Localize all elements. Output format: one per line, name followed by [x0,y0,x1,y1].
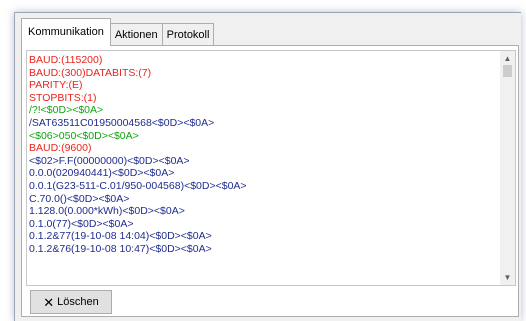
log-line: BAUD:(300)DATABITS:(7) [29,66,152,79]
scroll-down-arrow-icon[interactable]: ▼ [500,270,515,285]
log-line: 0.1.2&76(19-10-08 10:47)<$0D><$0A> [29,242,212,255]
log-line: 0.1.2&77(19-10-08 14:04)<$0D><$0A> [29,230,212,243]
log-line: 1.128.0(0.000*kWh)<$0D><$0A> [29,205,185,218]
tab-protokoll[interactable]: Protokoll [161,23,215,46]
tab-bar: Kommunikation Aktionen Protokoll [21,18,215,46]
log-line: /SAT63511C01950004568<$0D><$0A> [29,116,215,129]
vertical-scrollbar[interactable]: ▲ ▼ [500,51,515,285]
log-line: PARITY:(E) [29,79,83,92]
log-window: Kommunikation Aktionen Protokoll BAUD:(1… [14,12,521,321]
log-line: 0.0.1(G23-511-C.01/950-004568)<$0D><$0A> [29,179,247,192]
log-lines: BAUD:(115200) BAUD:(300)DATABITS:(7) PARIT… [29,54,497,256]
log-line: C.70.0()<$0D><$0A> [29,192,130,205]
clear-button-label: Löschen [57,296,99,308]
scroll-up-arrow-icon[interactable]: ▲ [500,51,515,66]
tab-aktionen[interactable]: Aktionen [109,23,163,46]
close-icon: ✕ [43,294,55,310]
scroll-thumb[interactable] [503,65,512,77]
tab-panel: BAUD:(115200) BAUD:(300)DATABITS:(7) PARIT… [21,45,519,317]
log-line: BAUD:(9600) [29,142,92,155]
log-line: BAUD:(115200) [29,54,103,66]
clear-button[interactable]: ✕ Löschen [30,290,112,314]
communication-log[interactable]: BAUD:(115200) BAUD:(300)DATABITS:(7) PARIT… [26,50,516,286]
tab-kommunikation[interactable]: Kommunikation [21,18,111,46]
log-line: <$02>F.F(00000000)<$0D><$0A> [29,154,190,167]
log-line: <$06>050<$0D><$0A> [29,129,139,142]
log-line: STOPBITS:(1) [29,91,97,104]
log-line: 0.0.0(020940441)<$0D><$0A> [29,167,175,180]
log-line: /?!<$0D><$0A> [29,104,104,117]
log-line: 0.1.0(77)<$0D><$0A> [29,217,134,230]
